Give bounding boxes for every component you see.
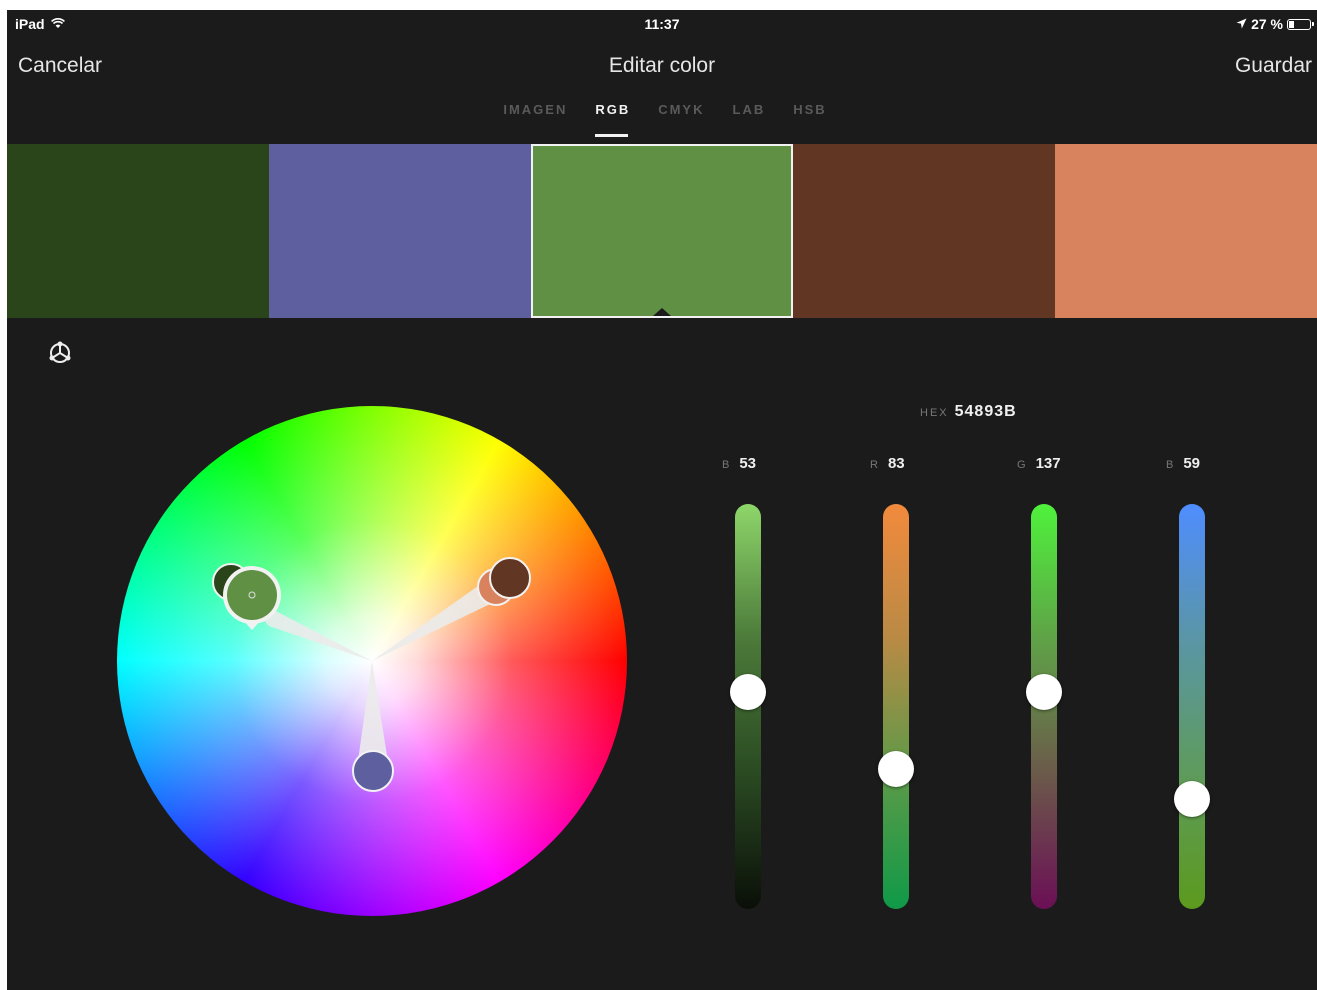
- location-arrow-icon: [1236, 16, 1247, 32]
- blue-slider[interactable]: [1174, 504, 1210, 909]
- hex-value: 54893B: [954, 403, 1017, 420]
- harmony-rule-icon[interactable]: [45, 338, 75, 368]
- slider-thumb[interactable]: [1174, 781, 1210, 817]
- channel-label: R: [870, 459, 878, 471]
- tab-imagen[interactable]: IMAGEN: [503, 102, 567, 138]
- red-slider[interactable]: [878, 504, 914, 909]
- tab-cmyk[interactable]: CMYK: [658, 102, 704, 138]
- page-title: Editar color: [608, 54, 716, 77]
- channel-value: 137: [1035, 455, 1061, 472]
- tab-lab[interactable]: LAB: [733, 102, 766, 138]
- color-swatch-1[interactable]: [7, 144, 269, 318]
- brightness-value-display: B 53: [722, 455, 756, 472]
- save-button[interactable]: Guardar: [1235, 54, 1312, 78]
- channel-value: 53: [739, 455, 757, 472]
- slider-thumb[interactable]: [730, 674, 766, 710]
- slider-thumb[interactable]: [1026, 674, 1062, 710]
- status-time: 11:37: [644, 16, 680, 32]
- color-wheel[interactable]: [117, 406, 627, 916]
- channel-label: G: [1017, 459, 1026, 471]
- blue-value-display: B 59: [1166, 455, 1200, 472]
- color-swatch-2[interactable]: [269, 144, 531, 318]
- red-value-display: R 83: [870, 455, 905, 472]
- channel-value: 83: [887, 455, 905, 472]
- green-slider[interactable]: [1026, 504, 1062, 909]
- hex-value-display[interactable]: HEX 54893B: [920, 403, 1017, 421]
- hex-label: HEX: [920, 407, 949, 419]
- blue-handle[interactable]: [352, 750, 394, 792]
- brightness-slider[interactable]: [730, 504, 766, 909]
- navigation-bar: Cancelar Editar color Guardar: [7, 50, 1317, 84]
- color-theme-swatches: [7, 144, 1317, 318]
- app-screen: iPad 11:37 27 % Cancelar Editar color Gu…: [7, 10, 1317, 990]
- slider-thumb[interactable]: [878, 751, 914, 787]
- status-bar: iPad 11:37 27 %: [7, 10, 1317, 38]
- harmony-connector-lines: [239, 574, 515, 768]
- green-value-display: G 137: [1017, 455, 1061, 472]
- brown-handle[interactable]: [489, 557, 531, 599]
- channel-label: B: [1166, 459, 1174, 471]
- tab-hsb[interactable]: HSB: [793, 102, 826, 138]
- battery-percent: 27 %: [1251, 16, 1283, 32]
- color-mode-tabs: IMAGEN RGB CMYK LAB HSB: [7, 102, 1317, 138]
- color-swatch-4[interactable]: [793, 144, 1055, 318]
- channel-label: B: [722, 459, 730, 471]
- battery-icon: [1287, 18, 1314, 30]
- tab-rgb[interactable]: RGB: [595, 102, 630, 138]
- channel-value: 59: [1183, 455, 1201, 472]
- color-swatch-5[interactable]: [1055, 144, 1317, 318]
- color-swatch-3[interactable]: [531, 144, 793, 318]
